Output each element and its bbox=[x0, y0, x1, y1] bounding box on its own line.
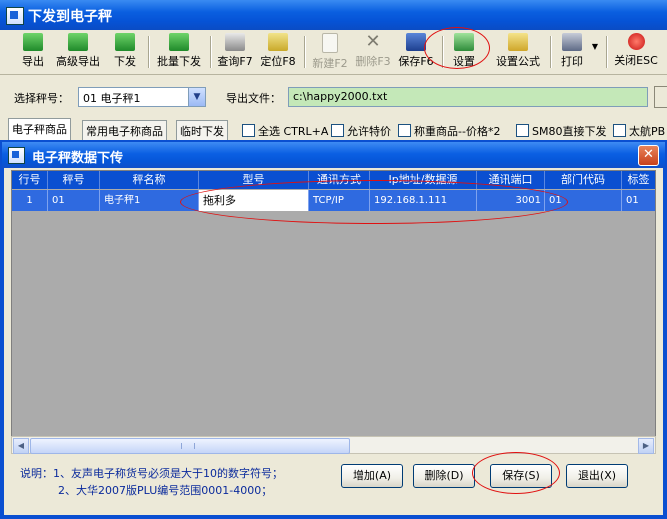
allow-special-price-checkbox[interactable]: 允许特价 bbox=[331, 123, 391, 139]
column-header-scale-no[interactable]: 秤号 bbox=[48, 171, 100, 189]
close-circle-icon bbox=[627, 33, 645, 50]
scroll-right-icon[interactable]: ▶ bbox=[638, 438, 654, 454]
cell-dept-code: 01 bbox=[545, 190, 622, 211]
checkbox-box bbox=[613, 124, 626, 137]
export-file-input[interactable]: c:\happy2000.txt bbox=[288, 87, 648, 107]
dialog-title: 电子秤数据下传 bbox=[32, 151, 124, 166]
chevron-down-icon[interactable]: ▼ bbox=[188, 88, 205, 106]
cell-comm-port: 3001 bbox=[477, 190, 545, 211]
new-button[interactable]: 新建F2 bbox=[310, 32, 350, 72]
export-icon bbox=[23, 33, 43, 51]
note-line-1: 说明：1、友声电子称货号必须是大于10的数字符号； bbox=[20, 467, 283, 480]
app-icon bbox=[6, 7, 24, 25]
note-line-2: 2、大华2007版PLU编号范围0001-4000； bbox=[58, 484, 273, 497]
grid-header: 行号 秤号 秤名称 型号 通讯方式 Ip地址/数据源 通讯端口 部门代码 标签 bbox=[12, 171, 655, 189]
scroll-thumb[interactable] bbox=[30, 438, 350, 454]
toolbar-separator bbox=[442, 36, 444, 68]
column-header-dept-code[interactable]: 部门代码 bbox=[545, 171, 622, 189]
send-icon bbox=[115, 33, 135, 51]
query-button[interactable]: 查询F7 bbox=[216, 32, 254, 72]
cell-ip-address: 192.168.1.111 bbox=[370, 190, 477, 211]
scale-label: 选择秤号： bbox=[14, 92, 69, 105]
dialog-icon bbox=[8, 147, 25, 164]
column-header-label[interactable]: 标签 bbox=[622, 171, 655, 189]
save-button[interactable]: 保存F6 bbox=[396, 32, 436, 72]
advanced-export-icon bbox=[68, 33, 88, 51]
toolbar-separator bbox=[148, 36, 150, 68]
printer-icon bbox=[562, 33, 582, 51]
tab-temporary-send[interactable]: 临时下发 bbox=[176, 120, 228, 140]
binoculars-icon bbox=[225, 33, 245, 51]
column-header-comm-mode[interactable]: 通讯方式 bbox=[309, 171, 370, 189]
dialog-title-bar: 电子秤数据下传 bbox=[2, 142, 665, 168]
delete-row-button[interactable]: 删除(D) bbox=[413, 464, 475, 488]
batch-send-button[interactable]: 批量下发 bbox=[154, 32, 204, 72]
export-file-value: c:\happy2000.txt bbox=[293, 90, 388, 103]
print-button[interactable]: 打印 bbox=[556, 32, 588, 72]
export-button[interactable]: 导出 bbox=[18, 32, 48, 72]
toolbar-separator bbox=[304, 36, 306, 68]
send-button[interactable]: 下发 bbox=[110, 32, 140, 72]
scroll-left-icon[interactable]: ◀ bbox=[13, 438, 29, 454]
table-row[interactable]: 1 01 电子秤1 拖利多 TCP/IP 192.168.1.111 3001 … bbox=[12, 190, 655, 211]
tab-scale-goods[interactable]: 电子秤商品 bbox=[8, 118, 71, 140]
toolbar-separator bbox=[606, 36, 608, 68]
scale-data-grid[interactable]: 行号 秤号 秤名称 型号 通讯方式 Ip地址/数据源 通讯端口 部门代码 标签 … bbox=[11, 170, 656, 438]
main-window-title-bar: 下发到电子秤 bbox=[0, 0, 667, 30]
horizontal-scrollbar[interactable]: ◀ ▶ bbox=[11, 436, 656, 454]
set-formula-button[interactable]: 设置公式 bbox=[492, 32, 544, 72]
new-document-icon bbox=[322, 33, 338, 53]
grip-icon bbox=[181, 443, 195, 449]
locate-icon bbox=[268, 33, 288, 51]
settings-icon bbox=[454, 33, 474, 51]
column-header-ip-source[interactable]: Ip地址/数据源 bbox=[370, 171, 477, 189]
select-all-checkbox[interactable]: 全选 CTRL+A bbox=[242, 123, 328, 139]
browse-button[interactable] bbox=[654, 86, 667, 108]
scale-select[interactable]: 01 电子秤1 ▼ bbox=[78, 87, 206, 107]
window-title: 下发到电子秤 bbox=[28, 9, 112, 25]
column-header-comm-port[interactable]: 通讯端口 bbox=[477, 171, 545, 189]
cell-scale-name: 电子秤1 bbox=[100, 190, 199, 211]
grid-empty-area bbox=[12, 211, 655, 437]
scale-select-value: 01 电子秤1 bbox=[83, 92, 141, 105]
sm80-direct-send-checkbox[interactable]: SM80直接下发 bbox=[516, 123, 606, 139]
weighed-price-x2-checkbox[interactable]: 称重商品--价格*2 bbox=[398, 123, 500, 139]
add-button[interactable]: 增加(A) bbox=[341, 464, 403, 488]
cell-model[interactable]: 拖利多 bbox=[199, 190, 309, 211]
toolbar-separator bbox=[210, 36, 212, 68]
checkbox-box bbox=[516, 124, 529, 137]
cell-scale-no: 01 bbox=[48, 190, 100, 211]
toolbar: 导出 高级导出 下发 批量下发 查询F7 定位F8 新建F2 ✕ 删除F3 保存… bbox=[0, 30, 667, 75]
floppy-icon bbox=[406, 33, 426, 51]
taihang-pb-checkbox[interactable]: 太航PB bbox=[613, 123, 665, 139]
settings-button[interactable]: 设置 bbox=[448, 32, 480, 72]
checkbox-box bbox=[331, 124, 344, 137]
dialog-close-button[interactable]: ✕ bbox=[638, 145, 659, 166]
cell-comm-mode: TCP/IP bbox=[309, 190, 370, 211]
column-header-model[interactable]: 型号 bbox=[199, 171, 309, 189]
print-dropdown-arrow[interactable]: ▼ bbox=[590, 42, 600, 82]
export-file-label: 导出文件： bbox=[226, 92, 281, 105]
advanced-export-button[interactable]: 高级导出 bbox=[52, 32, 104, 72]
formula-icon bbox=[508, 33, 528, 51]
checkbox-box bbox=[398, 124, 411, 137]
cell-label: 01 bbox=[622, 190, 655, 211]
column-header-scale-name[interactable]: 秤名称 bbox=[100, 171, 199, 189]
close-esc-button[interactable]: 关闭ESC bbox=[612, 32, 660, 72]
checkbox-box bbox=[242, 124, 255, 137]
column-header-row-no[interactable]: 行号 bbox=[12, 171, 48, 189]
cell-row-no: 1 bbox=[12, 190, 48, 211]
save-dialog-button[interactable]: 保存(S) bbox=[490, 464, 552, 488]
exit-button[interactable]: 退出(X) bbox=[566, 464, 628, 488]
toolbar-separator bbox=[550, 36, 552, 68]
delete-x-icon: ✕ bbox=[365, 31, 381, 52]
delete-button[interactable]: ✕ 删除F3 bbox=[352, 32, 394, 72]
tab-common-scale-goods[interactable]: 常用电子称商品 bbox=[82, 120, 167, 140]
locate-button[interactable]: 定位F8 bbox=[258, 32, 298, 72]
batch-send-icon bbox=[169, 33, 189, 51]
